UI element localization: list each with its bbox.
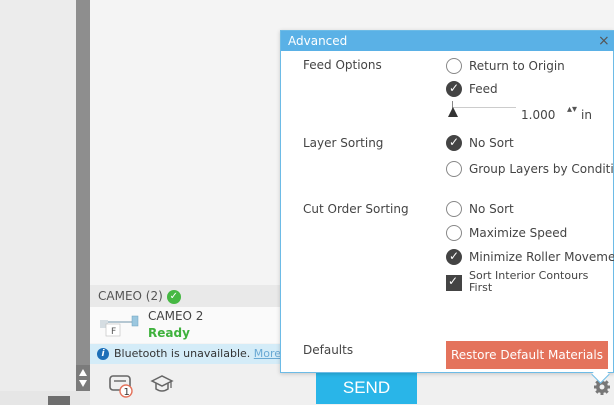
layer-no-sort-radio[interactable] [446, 135, 462, 151]
cutter-device-icon: F [100, 315, 139, 337]
feed-slider-thumb[interactable] [448, 107, 458, 117]
close-icon[interactable]: × [598, 31, 610, 51]
cut-order-sorting-label: Cut Order Sorting [303, 202, 409, 216]
feed-unit: in [581, 108, 592, 122]
graduation-cap-icon[interactable] [150, 373, 174, 395]
device-icon-letter: F [111, 327, 116, 337]
restore-default-materials-button[interactable]: Restore Default Materials [446, 341, 608, 369]
sort-interior-label: Sort Interior Contours First [469, 270, 588, 294]
feed-value-field[interactable]: 1.000 [521, 108, 555, 122]
device-status: Ready [148, 326, 190, 340]
send-button[interactable]: SEND [316, 371, 417, 404]
device-name: CAMEO 2 [148, 309, 204, 323]
layer-sorting-label: Layer Sorting [303, 136, 384, 150]
minimize-roller-label: Minimize Roller Movemen [469, 250, 614, 264]
sort-interior-line2: First [469, 281, 493, 294]
sort-interior-checkbox[interactable] [446, 274, 462, 291]
panel-stepper-icon[interactable] [76, 365, 90, 391]
device-header-label: CAMEO (2) [98, 289, 163, 303]
group-layers-radio[interactable] [446, 161, 462, 177]
left-scrollbar[interactable] [76, 0, 90, 390]
feed-value-stepper-icon[interactable]: ▴▾ [567, 105, 577, 115]
cut-no-sort-radio[interactable] [446, 201, 462, 217]
bottom-left-strip [0, 391, 90, 405]
cutter-icon[interactable]: 1 [108, 372, 136, 398]
maximize-speed-radio[interactable] [446, 225, 462, 241]
cut-no-sort-label: No Sort [469, 202, 514, 216]
feed-options-label: Feed Options [303, 58, 382, 72]
defaults-label: Defaults [303, 343, 354, 357]
info-icon: i [97, 348, 109, 360]
left-gutter [0, 0, 76, 405]
minimize-roller-radio[interactable] [446, 249, 462, 265]
connected-check-icon: ✓ [166, 289, 181, 304]
feed-radio[interactable] [446, 81, 462, 97]
group-layers-label: Group Layers by Conditio [469, 162, 614, 176]
nav-arrows-icon[interactable] [48, 396, 70, 405]
bluetooth-message: Bluetooth is unavailable. [114, 347, 251, 360]
device-list-header: CAMEO (2) ✓ [90, 285, 290, 307]
panel-title: Advanced [288, 34, 348, 48]
return-to-origin-radio[interactable] [446, 58, 462, 74]
feed-slider-track[interactable] [452, 107, 516, 108]
layer-no-sort-label: No Sort [469, 136, 514, 150]
feed-label: Feed [469, 82, 498, 96]
maximize-speed-label: Maximize Speed [469, 226, 568, 240]
cutter-badge: 1 [124, 387, 130, 398]
return-to-origin-label: Return to Origin [469, 59, 565, 73]
